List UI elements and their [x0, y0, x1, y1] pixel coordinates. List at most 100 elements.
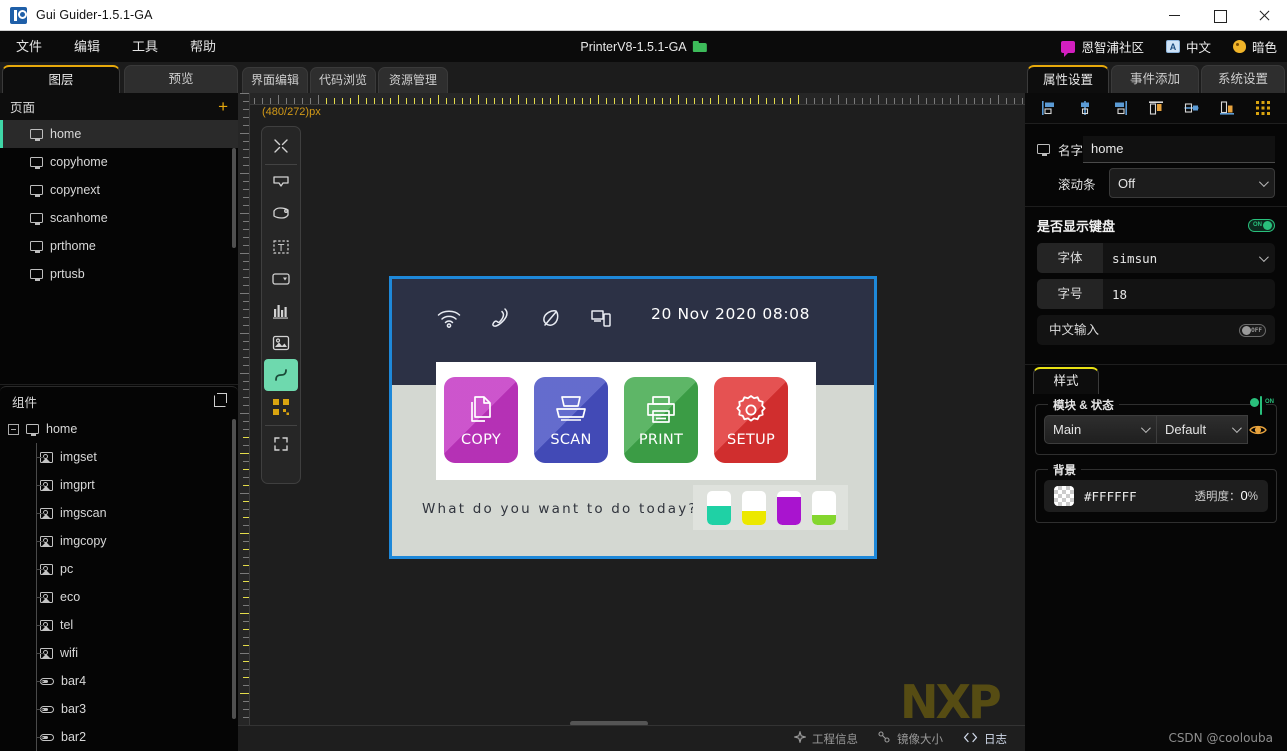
tree-item[interactable]: bar2 [0, 723, 238, 751]
ruler-tick [243, 149, 249, 150]
status-log[interactable]: 日志 [963, 731, 1007, 747]
language-switch[interactable]: A 中文 [1165, 37, 1211, 56]
collapse-icon[interactable] [264, 130, 298, 162]
screen-widget-icon[interactable] [264, 167, 298, 199]
tab-layers[interactable]: 图层 [2, 65, 120, 93]
page-item-prthome[interactable]: prthome [0, 232, 238, 260]
app-button-print[interactable]: PRINT [624, 377, 698, 463]
module-state-fieldset: 模块 & 状态 ON Main Default [1035, 396, 1277, 455]
components-title: 组件 [12, 395, 38, 410]
align-center-horizontal-icon[interactable] [1073, 97, 1097, 119]
opacity-value[interactable]: 0 [1241, 488, 1248, 503]
tree-item[interactable]: bar3 [0, 695, 238, 723]
ruler-tick [243, 197, 249, 198]
align-left-icon[interactable] [1037, 97, 1061, 119]
tab-system-settings[interactable]: 系统设置 [1201, 65, 1285, 93]
tree-item[interactable]: imgprt [0, 471, 238, 499]
tree-item[interactable]: pc [0, 555, 238, 583]
module-select[interactable]: Main [1044, 415, 1157, 444]
font-field[interactable]: 字体 simsun [1037, 243, 1275, 273]
ink-fill [777, 497, 801, 525]
ruler-tick [243, 549, 249, 550]
app-button-setup[interactable]: SETUP [714, 377, 788, 463]
page-item-prtusb[interactable]: prtusb [0, 260, 238, 288]
minimize-button[interactable] [1152, 0, 1197, 31]
animation-widget-icon[interactable] [264, 359, 298, 391]
align-top-icon[interactable] [1144, 97, 1168, 119]
fontsize-field[interactable]: 字号 18 [1037, 279, 1275, 309]
chinese-input-toggle[interactable]: OFF [1239, 323, 1266, 337]
tab-event-add[interactable]: 事件添加 [1111, 65, 1199, 93]
scrollbar-select[interactable]: Off [1109, 168, 1275, 198]
tree-item[interactable]: wifi [0, 639, 238, 667]
components-scrollbar[interactable] [232, 419, 236, 719]
keyboard-toggle[interactable]: ON [1248, 219, 1275, 232]
ruler-tick [243, 101, 249, 102]
page-item-scanhome[interactable]: scanhome [0, 204, 238, 232]
tree-item[interactable]: bar4 [0, 667, 238, 695]
grid-layout-icon[interactable] [1251, 97, 1275, 119]
name-input[interactable] [1083, 135, 1275, 163]
align-middle-vertical-icon[interactable] [1180, 97, 1204, 119]
status-project-info[interactable]: 工程信息 [793, 730, 858, 747]
page-item-copyhome[interactable]: copyhome [0, 148, 238, 176]
add-page-button[interactable]: + [218, 98, 228, 115]
menu-file[interactable]: 文件 [0, 31, 58, 62]
state-select[interactable]: Default [1156, 415, 1248, 444]
image-widget-icon[interactable] [264, 327, 298, 359]
tree-item[interactable]: imgset [0, 443, 238, 471]
text-widget-icon[interactable]: T [264, 231, 298, 263]
folder-open-icon[interactable] [692, 41, 707, 52]
tab-ui-edit[interactable]: 界面编辑 [242, 67, 308, 93]
app-button-copy[interactable]: COPY [444, 377, 518, 463]
app-button-scan[interactable]: SCAN [534, 377, 608, 463]
module-state-toggle[interactable]: ON [1250, 396, 1274, 415]
status-image-size[interactable]: 镜像大小 [878, 731, 943, 747]
tab-style[interactable]: 样式 [1033, 367, 1099, 394]
device-app-grid: COPY SCAN PRINT SETUP [444, 377, 788, 463]
menu-help[interactable]: 帮助 [174, 31, 232, 62]
maximize-button[interactable] [1197, 0, 1242, 31]
tree-item[interactable]: eco [0, 583, 238, 611]
ruler-tick [243, 125, 249, 126]
pages-scrollbar[interactable] [232, 148, 236, 248]
chart-widget-icon[interactable] [264, 295, 298, 327]
ruler-tick [243, 397, 249, 398]
font-select[interactable]: simsun [1103, 251, 1275, 266]
widget-shape-icon[interactable] [264, 199, 298, 231]
page-item-copynext[interactable]: copynext [0, 176, 238, 204]
tree-node-home[interactable]: home [0, 415, 238, 443]
community-link[interactable]: 恩智浦社区 [1061, 37, 1144, 57]
dropdown-widget-icon[interactable] [264, 263, 298, 295]
ruler-tick [502, 98, 503, 104]
collapse-toggle-icon[interactable] [8, 423, 19, 435]
background-hex-value[interactable]: #FFFFFF [1084, 489, 1137, 504]
tree-item[interactable]: imgscan [0, 499, 238, 527]
tree-item[interactable]: tel [0, 611, 238, 639]
status-label: 日志 [984, 733, 1007, 746]
popout-icon[interactable] [214, 393, 227, 407]
background-color-row[interactable]: #FFFFFF 透明度：0% [1044, 480, 1268, 512]
qrcode-widget-icon[interactable] [264, 391, 298, 423]
fontsize-value[interactable]: 18 [1103, 287, 1275, 302]
chinese-input-label: 中文输入 [1049, 323, 1100, 337]
page-item-home[interactable]: home [0, 120, 238, 148]
tree-item[interactable]: imgcopy [0, 527, 238, 555]
pages-list: home copyhome copynext scanhome prthome … [0, 120, 238, 385]
tab-resource-manage[interactable]: 资源管理 [378, 67, 448, 93]
visibility-eye-icon[interactable] [1248, 415, 1268, 444]
tab-property-settings[interactable]: 属性设置 [1027, 65, 1109, 93]
close-button[interactable] [1242, 0, 1287, 31]
menu-edit[interactable]: 编辑 [58, 31, 116, 62]
device-preview[interactable]: 20 Nov 2020 08:08 COPY SCAN PRINT SETUP … [389, 276, 877, 559]
menu-tools[interactable]: 工具 [116, 31, 174, 62]
color-swatch[interactable] [1054, 486, 1074, 506]
align-right-icon[interactable] [1108, 97, 1132, 119]
tab-preview[interactable]: 预览 [124, 65, 238, 93]
canvas-area[interactable]: T (480/272)px 20 Nov 2020 08:08 COPY SCA… [238, 93, 1025, 751]
theme-switch[interactable]: 暗色 [1232, 37, 1277, 56]
expand-icon[interactable] [264, 428, 298, 460]
menu-bar: 文件 编辑 工具 帮助 PrinterV8-1.5.1-GA 恩智浦社区 A 中… [0, 31, 1287, 62]
align-bottom-icon[interactable] [1215, 97, 1239, 119]
tab-code-browse[interactable]: 代码浏览 [310, 67, 376, 93]
